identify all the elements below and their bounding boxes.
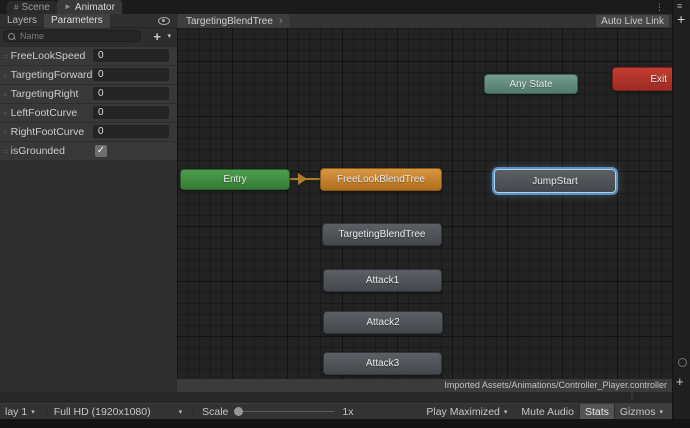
splitter-handle-icon[interactable]: ⋮ [628, 393, 636, 401]
tab-scene[interactable]: # Scene [7, 1, 57, 14]
tab-animator[interactable]: ► Animator [57, 0, 122, 14]
chevron-down-icon: ▾ [659, 408, 663, 416]
window-menu-icon[interactable]: ⋮ [655, 3, 664, 12]
parameter-row[interactable]: = isGrounded ✓ [0, 142, 177, 160]
scene-grid-icon: # [14, 2, 19, 12]
animator-icon: ► [64, 2, 72, 11]
node-jumpstart[interactable]: JumpStart [494, 169, 616, 193]
node-freelookblendtree[interactable]: FreeLookBlendTree [320, 168, 442, 191]
add-icon[interactable]: + [676, 374, 684, 389]
node-attack2[interactable]: Attack2 [323, 311, 443, 334]
eye-icon[interactable] [158, 16, 170, 25]
parameter-row[interactable]: = TargetingForward 0 [0, 66, 177, 84]
window-splitter[interactable]: ⋮ [0, 392, 672, 403]
scale-slider[interactable] [234, 407, 335, 416]
tab-scene-label: Scene [21, 2, 50, 13]
search-row: + ▾ [0, 29, 177, 44]
scale-label: Scale [202, 405, 229, 418]
breadcrumb-label: TargetingBlendTree [186, 15, 273, 27]
animator-panel-header: Layers Parameters [0, 13, 177, 28]
toolbar-divider [45, 406, 47, 417]
resolution-dropdown[interactable]: Full HD (1920x1080) ▾ [49, 404, 191, 420]
parameter-row[interactable]: = FreeLookSpeed 0 [0, 47, 177, 65]
add-icon[interactable]: + [677, 11, 685, 27]
editor-tab-bar: # Scene ► Animator ⋮ [0, 0, 672, 14]
transition-arrowhead-icon [298, 173, 307, 185]
info-icon[interactable] [678, 358, 687, 367]
node-targetingblendtree[interactable]: TargetingBlendTree [322, 223, 442, 246]
mute-audio-button[interactable]: Mute Audio [516, 404, 579, 420]
parameter-checkbox[interactable]: ✓ [95, 145, 107, 157]
state-machine-graph[interactable]: Any State Exit Entry FreeLookBlendTree J… [177, 28, 672, 392]
drag-handle-icon[interactable]: = [3, 90, 8, 99]
node-entry[interactable]: Entry [180, 169, 290, 190]
tab-layers[interactable]: Layers [0, 14, 44, 28]
drag-handle-icon[interactable]: = [3, 147, 8, 156]
chevron-down-icon: ▾ [31, 408, 35, 416]
scale-value: 1x [342, 405, 354, 418]
parameter-value-field[interactable]: 0 [93, 125, 169, 138]
drag-handle-icon[interactable]: = [3, 52, 8, 61]
parameter-name: LeftFootCurve [10, 107, 78, 119]
drag-handle-icon[interactable]: = [3, 71, 8, 80]
parameter-name: TargetingForward [10, 69, 93, 81]
parameter-row[interactable]: = TargetingRight 0 [0, 85, 177, 103]
resolution-dropdown-label: Full HD (1920x1080) [53, 405, 151, 418]
drag-handle-icon[interactable]: = [3, 128, 8, 137]
parameter-row[interactable]: = LeftFootCurve 0 [0, 104, 177, 122]
chevron-down-icon: ▾ [178, 408, 183, 416]
breadcrumb-chevron-icon: › [278, 15, 283, 27]
right-edge-panel: ≡ + + [672, 0, 690, 419]
play-maximized-label: Play Maximized [426, 405, 500, 418]
parameter-name: TargetingRight [10, 88, 79, 100]
parameter-row[interactable]: = RightFootCurve 0 [0, 123, 177, 141]
add-parameter-arrow-icon[interactable]: ▾ [167, 32, 171, 40]
display-dropdown[interactable]: lay 1 ▾ [0, 404, 44, 420]
controller-path-status: Imported Assets/Animations/Controller_Pl… [177, 379, 672, 392]
search-field[interactable] [3, 30, 141, 42]
play-maximized-dropdown[interactable]: Play Maximized ▾ [421, 404, 516, 420]
node-attack1[interactable]: Attack1 [323, 269, 442, 292]
parameters-panel: + ▾ = FreeLookSpeed 0 = TargetingForward… [0, 28, 177, 392]
node-attack3[interactable]: Attack3 [323, 352, 442, 375]
menu-icon[interactable]: ≡ [677, 1, 682, 11]
parameter-value-field[interactable]: 0 [93, 68, 169, 81]
graph-breadcrumb-bar: TargetingBlendTree › Auto Live Link [177, 14, 672, 28]
parameter-name: isGrounded [10, 145, 65, 157]
search-icon [8, 32, 15, 40]
auto-live-link-button[interactable]: Auto Live Link [596, 15, 669, 27]
game-view-toolbar: lay 1 ▾ Full HD (1920x1080) ▾ Scale 1x P… [0, 403, 672, 420]
chevron-down-icon: ▾ [503, 408, 508, 416]
gizmos-label: Gizmos [619, 405, 656, 418]
display-dropdown-label: lay 1 [5, 405, 28, 418]
node-any-state[interactable]: Any State [484, 74, 578, 94]
toolbar-divider [193, 406, 195, 417]
breadcrumb[interactable]: TargetingBlendTree › [178, 14, 289, 28]
parameter-value-field[interactable]: 0 [93, 87, 169, 100]
stats-label: Stats [584, 405, 609, 418]
stats-button[interactable]: Stats [578, 403, 614, 420]
tab-animator-label: Animator [74, 1, 115, 13]
parameter-value-field[interactable]: 0 [93, 106, 169, 119]
game-view-edge [0, 419, 690, 428]
search-input[interactable] [18, 30, 136, 42]
parameter-name: RightFootCurve [10, 126, 85, 138]
mute-audio-label: Mute Audio [521, 405, 574, 418]
parameter-name: FreeLookSpeed [10, 50, 86, 62]
node-exit[interactable]: Exit [612, 67, 672, 91]
tab-parameters[interactable]: Parameters [44, 13, 110, 28]
add-parameter-button[interactable]: + [153, 29, 161, 44]
scale-slider-knob[interactable] [234, 407, 244, 416]
parameter-value-field[interactable]: 0 [93, 49, 169, 62]
drag-handle-icon[interactable]: = [3, 109, 8, 118]
gizmos-dropdown[interactable]: Gizmos ▾ [613, 403, 672, 420]
